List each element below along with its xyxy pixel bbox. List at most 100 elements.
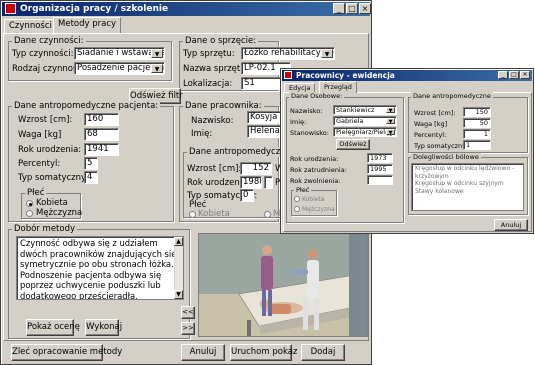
patient-male-radio[interactable] — [26, 210, 33, 217]
ev-hire-input[interactable]: 1995 — [367, 164, 393, 174]
patient-weight-input[interactable]: 68 — [84, 128, 119, 141]
employee-group-label: Dane pracownika: — [183, 101, 264, 111]
ev-hire-label: Rok zatrudnienia: — [290, 166, 347, 174]
ev-position-label: Stanowisko: — [290, 129, 329, 137]
ev-name-combo[interactable]: Gabriela ▼ — [333, 116, 397, 126]
chevron-down-icon[interactable]: ▼ — [386, 118, 395, 125]
employee-surname-label: Nazwisko: — [191, 116, 234, 126]
ev-release-input[interactable] — [367, 175, 393, 185]
prev-button[interactable]: << — [181, 306, 195, 319]
evidence-title-bar[interactable]: Pracownicy - ewidencja — [282, 70, 532, 81]
location-label: Lokalizacja: — [183, 79, 233, 89]
employee-name-label: Imię: — [191, 129, 213, 139]
main-window-title: Organizacja pracy / szkolenie — [20, 4, 169, 14]
patient-percentile-input[interactable]: 5 — [84, 157, 98, 170]
list-item[interactable]: Kręgosłup w odcinku szyjnym — [415, 180, 520, 188]
ev-anthro-group-label: Dane antropomedyczne — [411, 92, 493, 100]
ev-surname-combo[interactable]: Stankiewicz ▼ — [333, 105, 397, 115]
patient-birth-input[interactable]: 1941 — [84, 143, 119, 156]
equipment-type-combo[interactable]: Łóżko rehabilitacyjne ▼ — [241, 47, 335, 60]
ev-position-combo[interactable]: Pielęgniarz/Pielęgniar▼ — [333, 127, 397, 137]
patient-sex-label: Płeć — [25, 188, 47, 198]
employee-extra-input[interactable] — [264, 176, 273, 189]
employee-male-radio — [264, 211, 271, 218]
employee-birth-input[interactable]: 1980 — [240, 176, 262, 189]
patient-height-input[interactable]: 160 — [84, 113, 119, 126]
chevron-down-icon[interactable]: ▼ — [151, 64, 163, 73]
evidence-tab-overview[interactable]: Przegląd — [319, 81, 357, 93]
run-show-button[interactable]: Uruchom pokaz — [230, 344, 297, 361]
ev-birth-label: Rok urodzenia: — [290, 155, 339, 163]
ev-somatic-input[interactable]: 1 — [463, 140, 491, 150]
list-item[interactable]: Stawy kolanowe — [415, 188, 520, 196]
ev-somatic-label: Typ somatyczny: — [414, 142, 468, 150]
next-button[interactable]: >> — [181, 322, 195, 335]
ev-female-radio[interactable] — [294, 196, 300, 202]
patient-somatic-input[interactable]: 4 — [84, 171, 98, 184]
employee-anthro-label: Dane antropomedyczne — [187, 147, 293, 157]
employee-height-input[interactable]: 152 — [240, 162, 272, 175]
show-rating-button[interactable]: Pokaż ocenę — [26, 319, 80, 336]
chevron-down-icon[interactable]: ▼ — [321, 49, 333, 58]
method-description[interactable]: Czynność odbywa się z udziałem dwóch pra… — [16, 236, 184, 300]
patient-percentile-label: Percentyl: — [18, 159, 61, 169]
ev-male-radio[interactable] — [294, 206, 300, 212]
ev-refresh-button[interactable]: Odśwież — [336, 139, 370, 150]
hospital-scene-illustration — [199, 234, 367, 336]
activity-type-combo[interactable]: Siadanie i wstawanie ▼ — [74, 47, 165, 60]
method-animation-view[interactable] — [198, 233, 368, 337]
minimize-button[interactable]: _ — [333, 3, 345, 14]
equipment-name-label: Nazwa sprzętu: — [183, 64, 249, 74]
chevron-down-icon[interactable]: ▼ — [151, 49, 163, 58]
cancel-button[interactable]: Anuluj — [181, 344, 225, 361]
scroll-up-icon[interactable]: ▲ — [174, 237, 183, 246]
evidence-window: Pracownicy - ewidencja _ □ × Edycja Prze… — [280, 68, 534, 234]
patient-somatic-label: Typ somatyczny: — [18, 173, 89, 183]
equipment-type-label: Typ sprzętu: — [183, 49, 235, 59]
patient-weight-label: Waga [kg] — [18, 130, 62, 140]
patient-female-radio[interactable] — [26, 200, 33, 207]
evidence-close-button[interactable]: × — [520, 71, 530, 79]
maximize-button[interactable]: □ — [346, 3, 358, 14]
evidence-minimize-button[interactable]: _ — [498, 71, 508, 79]
main-title-bar[interactable]: Organizacja pracy / szkolenie — [2, 2, 370, 16]
ev-birth-input[interactable]: 1973 — [367, 153, 393, 163]
ev-height-input[interactable]: 150 — [463, 107, 491, 117]
order-method-button[interactable]: Zleć opracowanie metody — [11, 344, 122, 361]
list-item[interactable]: Kręgosłup w odcinku lędźwiowo - krzyżowy… — [415, 165, 520, 180]
patient-group-label: Dane antropomedyczne pacjenta: — [12, 101, 161, 111]
employee-height-label: Wzrost [cm]: — [187, 164, 242, 174]
ev-height-label: Wzrost [cm]: — [414, 109, 456, 117]
employee-female-label: Kobieta — [198, 209, 230, 219]
activity-type-label: Typ czynności: — [12, 49, 74, 59]
employee-female-radio — [189, 211, 196, 218]
activity-kind-combo[interactable]: Posadzenie pacjenta niep▼ — [74, 62, 165, 75]
ev-ailments-list[interactable]: Kręgosłup w odcinku lędźwiowo - krzyżowy… — [411, 163, 524, 211]
patient-birth-label: Rok urodzenia: — [18, 145, 82, 155]
tab-activities[interactable]: Czynności — [4, 19, 57, 33]
chevron-down-icon[interactable]: ▼ — [386, 107, 395, 114]
execute-button[interactable]: Wykonaj — [85, 319, 122, 336]
activities-group-label: Dane czynności: — [12, 36, 86, 46]
ev-cancel-button[interactable]: Anuluj — [494, 219, 528, 231]
ev-weight-input[interactable]: 50 — [463, 118, 491, 128]
evidence-window-title: Pracownicy - ewidencja — [296, 71, 395, 80]
ev-name-label: Imię: — [290, 118, 307, 126]
ev-surname-label: Nazwisko: — [290, 107, 323, 115]
evidence-app-icon — [284, 71, 292, 79]
employee-somatic-input[interactable]: 0 — [240, 189, 254, 202]
add-button[interactable]: Dodaj — [301, 344, 345, 361]
close-button[interactable]: × — [359, 3, 371, 14]
method-group-label: Dobór metody — [12, 224, 78, 234]
ev-sex-label: Płeć — [294, 186, 312, 194]
evidence-maximize-button[interactable]: □ — [509, 71, 519, 79]
equipment-group-label: Dane o sprzęcie: — [183, 36, 259, 46]
ev-ailments-group-label: Dolegliwości bólowe — [411, 153, 481, 161]
ev-percentile-label: Percentyl: — [414, 131, 447, 139]
scroll-down-icon[interactable]: ▼ — [174, 290, 183, 299]
chevron-down-icon[interactable]: ▼ — [386, 129, 395, 136]
tab-work-methods[interactable]: Metody pracy — [53, 17, 122, 33]
patient-male-label: Mężczyzna — [36, 208, 83, 218]
personal-group-label: Dane Osobowe: — [289, 92, 345, 100]
ev-percentile-input[interactable]: 1 — [463, 129, 491, 139]
